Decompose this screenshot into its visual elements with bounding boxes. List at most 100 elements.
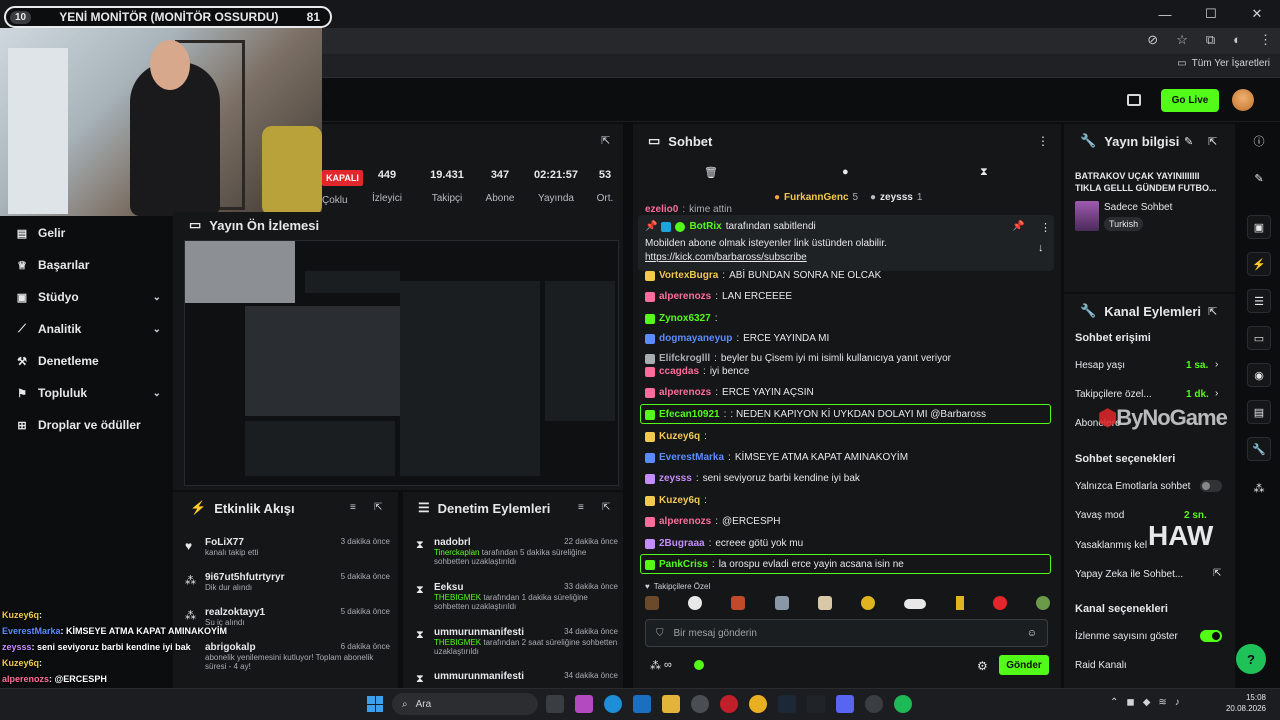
task-view-icon[interactable] [546,695,564,713]
hourglass-icon[interactable]: ⧗ [980,166,988,179]
xbox-icon[interactable] [691,695,709,713]
kick-icon[interactable] [694,660,704,670]
emote[interactable] [645,596,659,610]
spotify-icon[interactable] [894,695,912,713]
followers-only-row[interactable]: Takipçilere özel... [1075,389,1152,400]
volume-icon[interactable]: ♪ [1175,697,1180,708]
discord-icon[interactable] [836,695,854,713]
taskbar-search[interactable]: ⌕ Ara [392,693,538,715]
emote[interactable] [861,596,876,610]
sidebar-item-denetleme[interactable]: ⚒ Denetleme [16,354,161,368]
chat-username[interactable]: Elifckroglll [659,353,710,364]
monitor-icon[interactable]: ▤ [1247,400,1271,424]
trash-icon[interactable]: 🗑 [704,166,718,179]
edge-icon[interactable] [604,695,622,713]
sidebar-item-analitik[interactable]: ⟋ Analitik ⌄ [16,322,161,336]
emote[interactable] [817,596,832,610]
banned-words-row[interactable]: Yasaklanmış kelimeler [1075,540,1147,551]
ai-mod-row[interactable]: Yapay Zeka ile Sohbet... [1075,569,1183,580]
emoji-icon[interactable]: ☺ [1027,628,1037,639]
help-button[interactable]: ? [1236,644,1266,674]
emote[interactable] [904,599,927,609]
app-icon[interactable] [807,695,825,713]
sidebar-item-gelir[interactable]: ▤ Gelir [16,226,161,240]
bubble-icon[interactable]: ● [842,166,849,178]
extensions-icon[interactable]: ⧉ [1206,32,1215,48]
chat-icon[interactable]: ▭ [1247,326,1271,350]
app-tray-icon[interactable]: ◼ [1126,697,1134,708]
expand-icon[interactable]: ⇱ [1208,305,1217,318]
emote[interactable] [992,596,1007,610]
bolt-icon[interactable]: ⚡ [1247,252,1271,276]
chat-username[interactable]: EverestMarka [659,452,724,463]
avatar[interactable] [1232,89,1254,111]
emote[interactable] [731,596,746,610]
wifi-icon[interactable]: ≋ [1158,697,1166,708]
pencil-icon[interactable]: ✎ [1247,166,1271,190]
filter-icon[interactable]: ≡ [578,502,584,513]
chevron-right-icon[interactable]: › [1215,388,1218,399]
profile-icon[interactable]: ◐ [1233,32,1241,48]
expand-icon[interactable]: ⇱ [602,502,610,513]
eye-off-icon[interactable]: ⊘ [1147,32,1158,48]
chevron-up-icon[interactable]: ⌃ [1110,697,1118,708]
chat-username[interactable]: alperenozs [659,387,711,398]
info-icon[interactable]: ⓘ [1247,129,1271,153]
windows-start-icon[interactable] [367,696,383,712]
obs-icon[interactable] [865,695,883,713]
show-viewers-toggle[interactable] [1200,630,1222,642]
chat-username[interactable]: ccagdas [659,366,699,377]
emote[interactable] [688,596,703,610]
all-bookmarks[interactable]: ▭ Tüm Yer İşaretleri [1177,58,1270,69]
chat-username[interactable]: alperenozs [659,291,711,302]
opera-icon[interactable] [720,695,738,713]
file-explorer-icon[interactable] [662,695,680,713]
copilot-icon[interactable] [575,695,593,713]
raid-row[interactable]: Raid Kanalı [1075,660,1127,671]
chat-username[interactable]: zeysss [659,473,692,484]
go-live-button[interactable]: Go Live [1161,89,1219,112]
emote[interactable] [1035,596,1050,610]
expand-icon[interactable]: ⇱ [1208,135,1217,148]
arrow-down-icon[interactable]: ↓ [1038,242,1044,254]
emote[interactable] [774,596,789,610]
broadcast-icon[interactable]: ◉ [1247,363,1271,387]
sidebar-item-basarilar[interactable]: ♕ Başarılar [16,258,161,272]
camera-icon[interactable] [1127,94,1141,106]
gift-icon[interactable]: ⁂ [1247,476,1271,500]
sidebar-item-droplar[interactable]: ⊞ Droplar ve ödüller [16,418,161,432]
chrome-icon[interactable] [749,695,767,713]
emote[interactable] [955,596,964,610]
maximize-icon[interactable]: ☐ [1188,0,1234,28]
menu-icon[interactable]: ⋮ [1259,32,1272,48]
chat-menu-icon[interactable]: ⋮ [1037,134,1049,148]
sidebar-item-topluluk[interactable]: ⚑ Topluluk ⌄ [16,386,161,400]
filter-icon[interactable]: ≡ [350,502,356,513]
tray-icon[interactable]: ◆ [1143,697,1151,708]
chat-username[interactable]: alperenozs [659,516,711,527]
emote-only-toggle[interactable] [1200,480,1222,492]
chevron-right-icon[interactable]: › [1215,359,1218,370]
send-button[interactable]: Gönder [999,655,1049,675]
chat-username[interactable]: Kuzey6q [659,495,700,506]
chat-input[interactable]: ⛉ Bir mesaj gönderin ☺ [645,619,1048,647]
wrench-icon[interactable]: 🔧 [1247,437,1271,461]
close-icon[interactable]: ✕ [1234,0,1280,28]
sidebar-item-studyo[interactable]: ▣ Stüdyo ⌄ [16,290,161,304]
pin-icon[interactable]: 📌 [1012,221,1024,232]
chat-username[interactable]: dogmayaneyup [659,333,732,344]
gear-icon[interactable]: ⚙ [977,659,988,673]
gift-icon[interactable]: ⁂ [650,659,661,672]
expand-icon[interactable]: ⇱ [374,502,382,513]
external-link-icon[interactable]: ⇱ [1213,568,1221,579]
account-age-row[interactable]: Hesap yaşı [1075,360,1125,371]
infinity-icon[interactable]: ∞ [664,659,672,671]
chat-username[interactable]: 2Bugraaa [659,538,705,549]
pinned-link[interactable]: https://kick.com/barbaross/subscribe [645,252,807,263]
stream-preview-video[interactable] [184,240,619,486]
list-icon[interactable]: ☰ [1247,289,1271,313]
chat-username[interactable]: VortexBugra [659,270,718,281]
camera-icon[interactable]: ▣ [1247,215,1271,239]
chat-username[interactable]: Zynox6327 [659,313,711,324]
steam-icon[interactable] [778,695,796,713]
